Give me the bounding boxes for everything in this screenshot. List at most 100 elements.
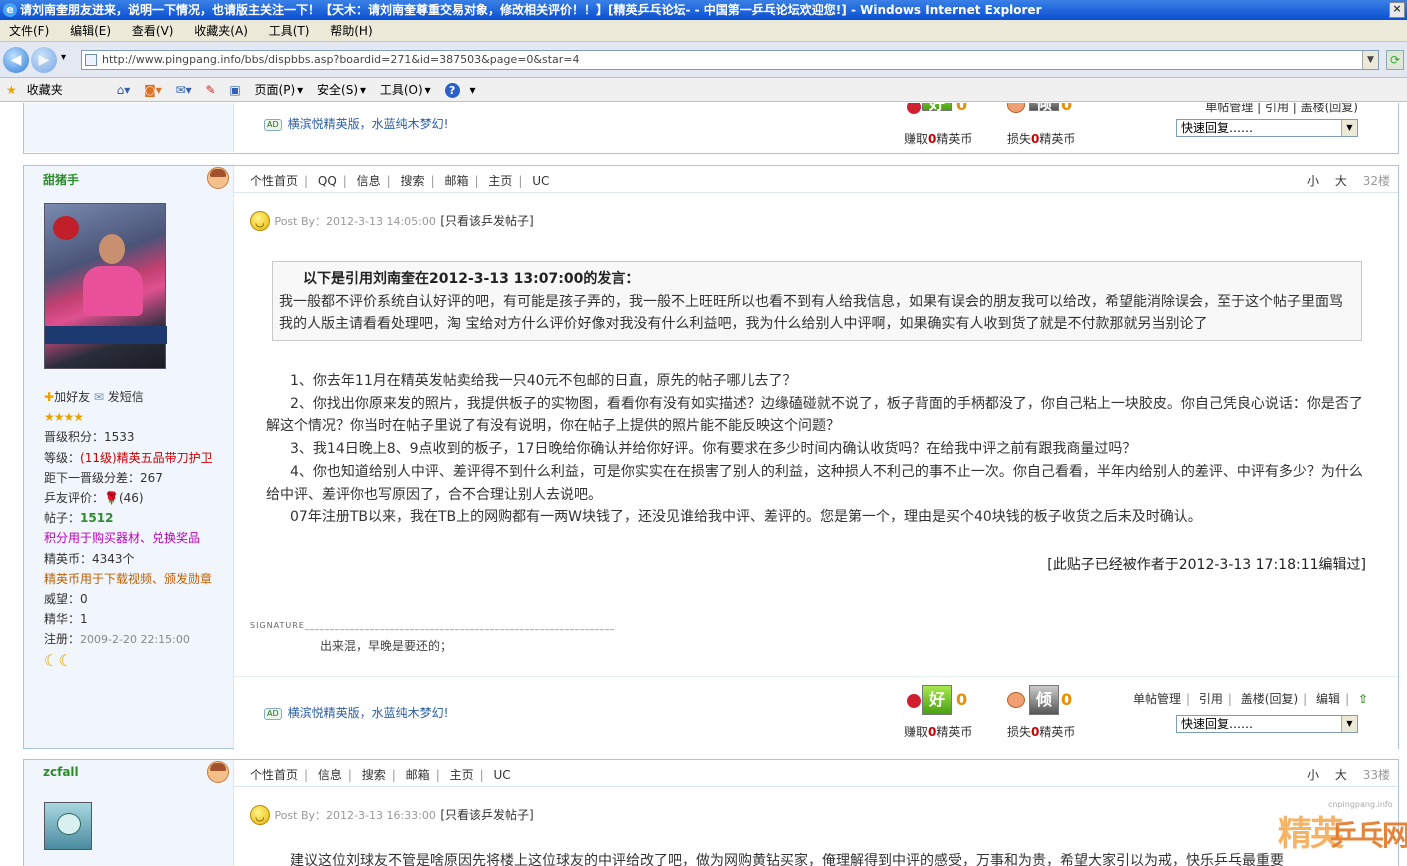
link-mail[interactable]: 邮箱 (444, 174, 468, 188)
add-friend-link[interactable]: 加好友 (54, 390, 90, 404)
good-rating-button[interactable]: 好 (922, 685, 952, 715)
moon-badge-icon: ☾☾ (44, 650, 73, 670)
prev-lose-text: 损失0精英币 (1007, 132, 1076, 146)
author-name-2[interactable]: zcfall (43, 765, 79, 779)
font-large-button[interactable]: 大 (1335, 174, 1347, 188)
prev-quick-reply-select[interactable]: 快速回复…… ▼ (1176, 119, 1358, 137)
menu-view[interactable]: 查看(V) (132, 24, 174, 38)
only-view-author-link-2[interactable]: [只看该乒发帖子] (440, 808, 533, 822)
favorites-button[interactable]: 收藏夹 (27, 83, 63, 97)
window-title: 请刘南奎朋友进来，说明一下情况，也请版主关注一下！【天木：请刘南奎尊重交易对象，… (20, 3, 1042, 17)
post2-paragraph-1: 建议这位刘球友不管是啥原因先将楼上这位球友的中评给改了吧，做为网购黄钻买家，俺理… (290, 853, 1284, 866)
quote-body: 我一般都不评价系统自认好评的吧，有可能是孩子弄的，我一般不上旺旺所以也看不到有人… (279, 293, 1343, 333)
post-paragraph-5: 07年注册TB以来，我在TB上的网购都有一两W块钱了，还没见谁给我中评、差评的。… (290, 509, 1202, 526)
url-input[interactable]: http://www.pingpang.info/bbs/dispbbs.asp… (81, 50, 1379, 70)
link-mail[interactable]: 邮箱 (406, 768, 430, 782)
edit-link[interactable]: 编辑 (1316, 692, 1340, 706)
link-homepage[interactable]: 主页 (450, 768, 474, 782)
favorites-star-icon[interactable]: ★ (6, 83, 17, 97)
link-qq[interactable]: QQ (318, 174, 337, 188)
back-button[interactable]: ◀ (3, 47, 29, 73)
prev-pig-icon (1007, 103, 1025, 113)
read-mail-icon[interactable]: ✉▾ (176, 83, 192, 97)
link-search[interactable]: 搜索 (362, 768, 386, 782)
link-info[interactable]: 信息 (318, 768, 342, 782)
font-small-button[interactable]: 小 (1307, 174, 1319, 188)
research-icon[interactable]: ✎ (205, 83, 215, 97)
post-body: 1、你去年11月在精英发帖卖给我一只40元不包邮的日直，原先的帖子哪儿去了？ 2… (266, 370, 1366, 529)
prev-good-button[interactable]: 好 (922, 103, 952, 113)
prev-post-left (24, 103, 234, 152)
rating-value: (46) (118, 491, 144, 506)
address-bar: ◀ ▶ ▾ http://www.pingpang.info/bbs/dispb… (0, 42, 1407, 78)
menu-file[interactable]: 文件(F) (9, 24, 49, 38)
window-close-button[interactable]: × (1389, 2, 1405, 18)
floor-number: 32楼 (1362, 174, 1390, 188)
author-avatar-2 (44, 802, 92, 850)
only-view-author-link[interactable]: [只看该乒发帖子] (440, 214, 533, 228)
pig-icon (1007, 692, 1025, 708)
reply-link[interactable]: 盖楼(回复) (1241, 692, 1298, 706)
author-info: ✚加好友 ✉ 发短信 ★★★★ 晋级积分：1533 等级：(11级)精英五品带刀… (44, 390, 213, 670)
prev-good-count: 0 (956, 103, 968, 114)
prestige-value: 0 (80, 592, 88, 607)
refresh-button[interactable]: ⟳ (1386, 50, 1404, 70)
floor-number-2: 33楼 (1362, 768, 1390, 782)
manage-link[interactable]: 单帖管理 (1133, 692, 1181, 706)
rss-icon[interactable]: ◙▾ (144, 83, 162, 97)
post-footer: AD 横滨悦精英版，水蓝纯木梦幻! 好 0 倾 0 赚取0精英币 损失0精英币 单… (234, 676, 1398, 750)
quote-link[interactable]: 引用 (1199, 692, 1223, 706)
url-dropdown-icon[interactable]: ▼ (1362, 51, 1378, 69)
prev-bad-count: 0 (1061, 103, 1073, 114)
post-paragraph-1: 1、你去年11月在精英发帖卖给我一只40元不包邮的日直，原先的帖子哪儿去了？ (290, 373, 797, 389)
link-home[interactable]: 个性首页 (250, 768, 298, 782)
ad-text: 横滨悦精英版，水蓝纯木梦幻! (287, 706, 449, 720)
prev-bad-button[interactable]: 倾 (1029, 103, 1059, 113)
link-search[interactable]: 搜索 (401, 174, 425, 188)
font-large-button[interactable]: 大 (1335, 768, 1347, 782)
link-info[interactable]: 信息 (357, 174, 381, 188)
forward-button[interactable]: ▶ (31, 47, 57, 73)
home-icon[interactable]: ⌂▾ (117, 83, 131, 97)
link-home[interactable]: 个性首页 (250, 174, 298, 188)
link-uc[interactable]: UC (493, 768, 510, 782)
bad-rating-button[interactable]: 倾 (1029, 685, 1059, 715)
scroll-top-icon[interactable]: ⇧ (1358, 692, 1368, 706)
author-panel: 甜猪手 ✚加好友 ✉ 发短信 ★★★★ 晋级积分：1533 等级：(11级)精英… (24, 166, 234, 748)
author-links: 个性首页 | QQ | 信息 | 搜索 | 邮箱 | 主页 | UC (250, 174, 550, 188)
prev-ad-text: 横滨悦精英版，水蓝纯木梦幻! (287, 117, 449, 131)
history-dropdown-icon[interactable]: ▾ (61, 52, 66, 63)
tools-menu[interactable]: 工具(O) (380, 83, 423, 97)
post-meta-2: Post By：2012-3-13 16:33:00 [只看该乒发帖子] (250, 804, 1398, 829)
menu-help[interactable]: 帮助(H) (330, 24, 372, 38)
page-viewport: AD 横滨悦精英版，水蓝纯木梦幻! 好 0 倾 0 赚取0精英币 损失0精英币 单… (0, 103, 1407, 866)
send-message-link[interactable]: 发短信 (108, 390, 144, 404)
coins-note[interactable]: 精英币用于下载视频、颁发勋章 (44, 569, 213, 589)
points-note[interactable]: 积分用于购买器材、兑换奖品 (44, 528, 213, 548)
help-icon[interactable]: ? (444, 83, 460, 98)
rating-rose-icon: 🌹 (104, 491, 119, 506)
quick-reply-select[interactable]: 快速回复…… ▼ (1176, 715, 1358, 733)
prev-ad-link[interactable]: AD 横滨悦精英版，水蓝纯木梦幻! (264, 115, 448, 132)
posts-value: 1512 (80, 511, 114, 526)
ad-link[interactable]: AD 横滨悦精英版，水蓝纯木梦幻! (264, 704, 448, 721)
safety-menu[interactable]: 安全(S) (317, 83, 358, 97)
menu-tools[interactable]: 工具(T) (269, 24, 310, 38)
menu-favorites[interactable]: 收藏夹(A) (194, 24, 248, 38)
author-name[interactable]: 甜猪手 (43, 171, 79, 188)
ie-logo-icon: e (3, 3, 17, 17)
post-header: 个性首页 | QQ | 信息 | 搜索 | 邮箱 | 主页 | UC 小 大 32楼 (234, 166, 1398, 193)
post-time: Post By：2012-3-13 14:05:00 (274, 215, 436, 228)
link-uc[interactable]: UC (532, 174, 549, 188)
page-menu[interactable]: 页面(P) (255, 83, 296, 97)
prev-manage-links[interactable]: 单帖管理 | 引用 | 盖楼(回复) (1205, 103, 1358, 115)
link-homepage[interactable]: 主页 (488, 174, 512, 188)
menu-edit[interactable]: 编辑(E) (70, 24, 111, 38)
prev-post: AD 横滨悦精英版，水蓝纯木梦幻! 好 0 倾 0 赚取0精英币 损失0精英币 单… (23, 103, 1399, 154)
font-small-button[interactable]: 小 (1307, 768, 1319, 782)
quote-header: 以下是引用刘南奎在2012-3-13 13:07:00的发言： (303, 271, 640, 287)
smile-icon (250, 211, 270, 235)
post-32: 甜猪手 ✚加好友 ✉ 发短信 ★★★★ 晋级积分：1533 等级：(11级)精英… (23, 165, 1399, 750)
print-icon[interactable]: ▣ (229, 83, 240, 97)
good-count: 0 (956, 690, 968, 709)
